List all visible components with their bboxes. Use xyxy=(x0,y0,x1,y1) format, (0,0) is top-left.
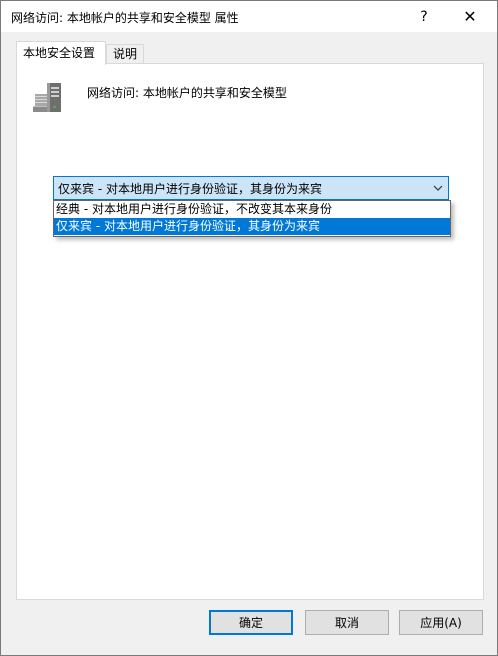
title-bar: 网络访问: 本地帐户的共享和安全模型 属性 ? ✕ xyxy=(1,1,497,32)
help-button[interactable]: ? xyxy=(401,1,447,32)
chevron-down-icon xyxy=(433,185,443,191)
selected-option: 仅来宾 - 对本地用户进行身份验证，其身份为来宾 xyxy=(58,182,322,196)
help-icon: ? xyxy=(420,8,428,25)
tab-explain[interactable]: 说明 xyxy=(106,44,145,64)
window-title: 网络访问: 本地帐户的共享和安全模型 属性 xyxy=(11,11,239,25)
close-icon: ✕ xyxy=(463,7,477,26)
ok-button[interactable]: 确定 xyxy=(209,610,293,635)
close-button[interactable]: ✕ xyxy=(447,1,493,32)
option-classic[interactable]: 经典 - 对本地用户进行身份验证，不改变其本来身份 xyxy=(54,201,450,218)
option-guest-only[interactable]: 仅来宾 - 对本地用户进行身份验证，其身份为来宾 xyxy=(54,218,450,235)
tab-panel-local-security: 网络访问: 本地帐户的共享和安全模型 仅来宾 - 对本地用户进行身份验证，其身份… xyxy=(16,63,484,600)
tab-label: 说明 xyxy=(113,47,138,61)
tab-local-security-setting[interactable]: 本地安全设置 xyxy=(16,41,106,65)
apply-button[interactable]: 应用(A) xyxy=(399,610,483,635)
properties-dialog: 网络访问: 本地帐户的共享和安全模型 属性 ? ✕ 本地安全设置 说明 网络访问… xyxy=(0,0,498,656)
policy-title: 网络访问: 本地帐户的共享和安全模型 xyxy=(87,86,287,100)
security-model-select[interactable]: 仅来宾 - 对本地用户进行身份验证，其身份为来宾 xyxy=(53,176,449,200)
server-icon xyxy=(33,83,61,112)
tab-label: 本地安全设置 xyxy=(23,46,96,60)
select-dropdown-list: 经典 - 对本地用户进行身份验证，不改变其本来身份 仅来宾 - 对本地用户进行身… xyxy=(53,200,451,237)
cancel-button[interactable]: 取消 xyxy=(305,610,389,635)
